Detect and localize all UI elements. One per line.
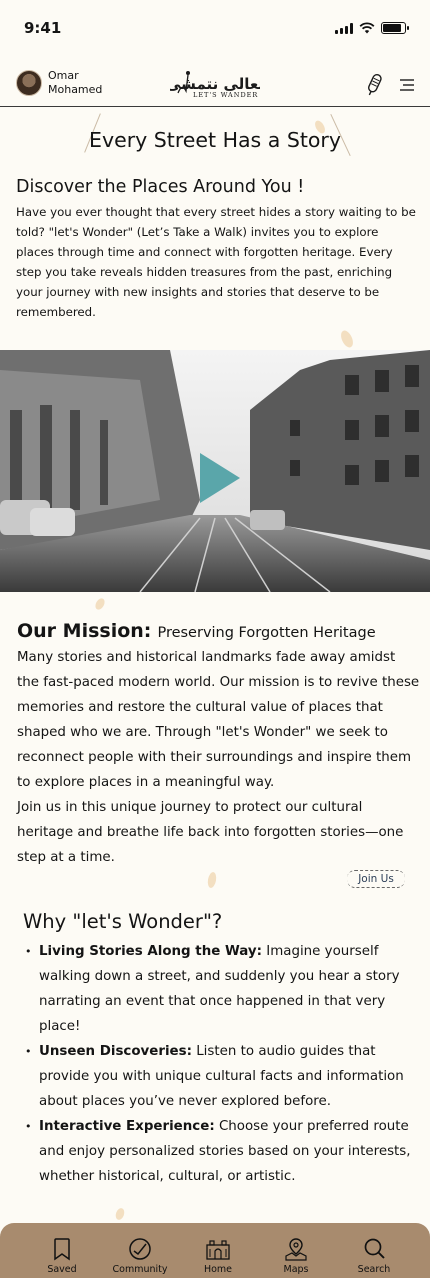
why-list: Living Stories Along the Way: Imagine yo… — [23, 939, 418, 1189]
bottom-tab-bar: Saved Community Home Maps Search — [0, 1223, 430, 1278]
page-title: Every Street Has a Story — [89, 128, 341, 152]
mission-heading: Our Mission: Preserving Forgotten Herita… — [17, 620, 421, 642]
join-us-label: Join Us — [358, 873, 394, 885]
mission-subtitle: Preserving Forgotten Heritage — [157, 625, 376, 641]
list-item: Living Stories Along the Way: Imagine yo… — [23, 939, 418, 1039]
status-icons — [335, 22, 409, 34]
menu-icon[interactable] — [398, 76, 416, 94]
list-item-lead: Living Stories Along the Way: — [39, 944, 262, 959]
bookmark-icon — [54, 1238, 70, 1261]
footprint-decoration — [93, 596, 107, 612]
list-item-lead: Interactive Experience: — [39, 1119, 215, 1134]
tab-search-label: Search — [357, 1264, 391, 1275]
tab-community-label: Community — [112, 1264, 168, 1275]
why-section: Why "let's Wonder"? Living Stories Along… — [23, 910, 418, 1189]
mission-body: Many stories and historical landmarks fa… — [17, 650, 420, 790]
map-icon — [285, 1238, 307, 1261]
status-bar: 9:41 — [0, 0, 430, 56]
why-title: Why "let's Wonder"? — [23, 910, 223, 933]
status-time: 9:41 — [24, 19, 62, 37]
search-icon — [364, 1238, 385, 1259]
mission-title: Our Mission: — [17, 620, 152, 642]
tab-maps[interactable]: Maps — [266, 1223, 326, 1278]
community-icon — [129, 1238, 151, 1260]
mission-body-2: Join us in this unique journey to protec… — [17, 800, 404, 865]
logo-text: LET'S WANDER — [193, 91, 259, 99]
user-name: Omar Mohamed — [48, 69, 103, 96]
tab-saved[interactable]: Saved — [32, 1223, 92, 1278]
logo-icon: تعالى نتمشى — [170, 71, 260, 94]
play-icon[interactable] — [200, 453, 240, 503]
list-item: Unseen Discoveries: Listen to audio guid… — [23, 1039, 418, 1114]
list-item-lead: Unseen Discoveries: — [39, 1044, 192, 1059]
footprint-decoration — [114, 1206, 126, 1222]
tab-home[interactable]: Home — [188, 1223, 248, 1278]
footprint-decoration — [338, 328, 356, 350]
mission-section: Our Mission: Preserving Forgotten Herita… — [17, 620, 421, 870]
battery-icon — [381, 22, 409, 34]
microphone-icon[interactable] — [364, 72, 384, 98]
list-item: Interactive Experience: Choose your pref… — [23, 1114, 418, 1189]
wifi-icon — [359, 22, 375, 34]
avatar[interactable] — [16, 70, 42, 96]
tab-search[interactable]: Search — [344, 1223, 404, 1278]
footprint-decoration — [206, 871, 218, 889]
battery-level — [383, 24, 401, 32]
app-header: Omar Mohamed تعالى نتمشى LET'S WANDER — [0, 62, 430, 107]
tab-home-label: Home — [203, 1264, 233, 1275]
tab-community[interactable]: Community — [110, 1223, 170, 1278]
tab-saved-label: Saved — [47, 1264, 77, 1275]
signal-icon — [335, 22, 353, 34]
home-icon — [206, 1240, 230, 1260]
join-us-button[interactable]: Join Us — [347, 870, 405, 888]
discover-title: Discover the Places Around You ! — [16, 177, 305, 197]
tab-maps-label: Maps — [283, 1264, 309, 1275]
discover-body: Have you ever thought that every street … — [16, 205, 416, 319]
